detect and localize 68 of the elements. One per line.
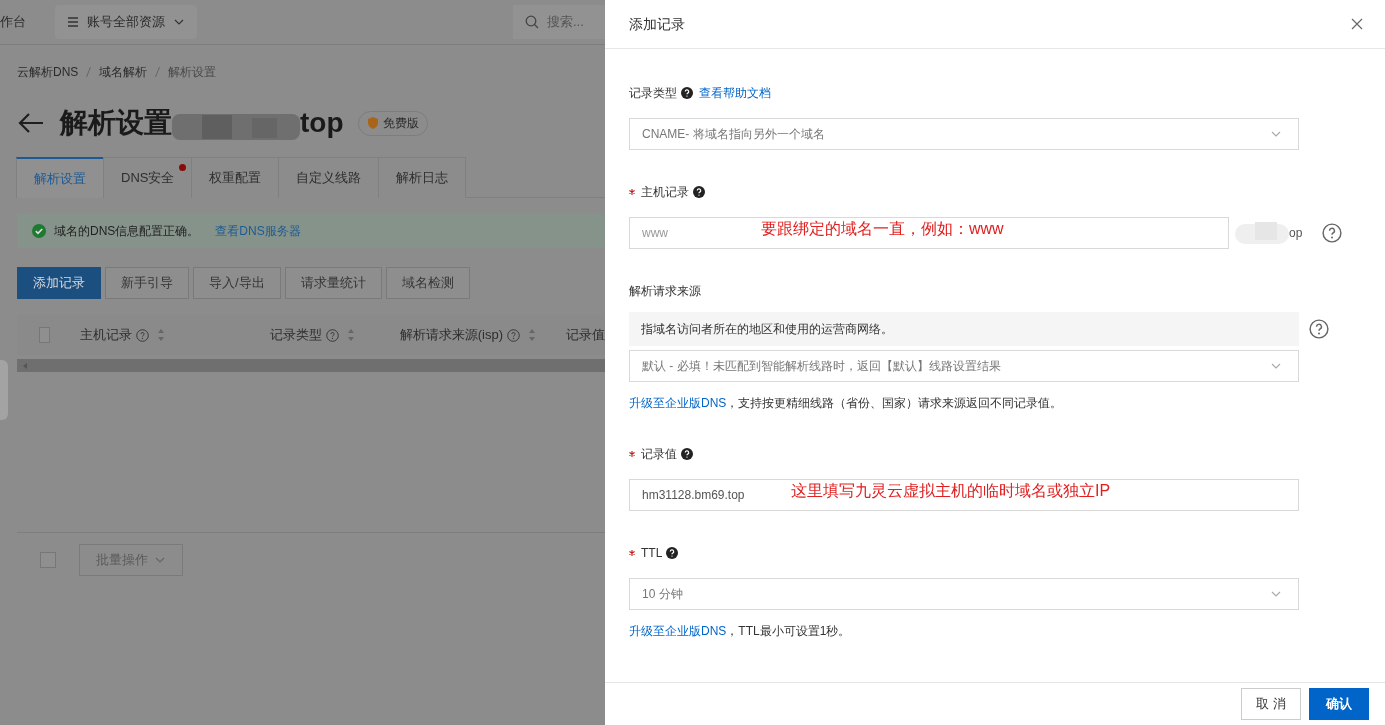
help-icon (135, 328, 149, 342)
alert-text: 域名的DNS信息配置正确。 (54, 222, 200, 240)
column-header: 记录值 (566, 326, 605, 345)
search-field[interactable]: 搜索... (513, 5, 605, 39)
tab[interactable]: 权重配置 (191, 157, 280, 198)
breadcrumb-separator-icon (155, 67, 161, 77)
field-label: 记录类型 (629, 85, 677, 102)
action-button[interactable]: 添加记录 (17, 267, 101, 299)
badge-label: 免费版 (382, 115, 419, 132)
search-input[interactable]: 搜索... (547, 12, 597, 32)
dialog-button[interactable]: 确认 (1309, 688, 1369, 720)
field-label: 主机记录 (641, 184, 689, 201)
action-button[interactable]: 导入/导出 (193, 267, 281, 299)
help-icon (325, 328, 339, 342)
select-field[interactable]: CNAME- 将域名指向另外一个域名 (629, 118, 1299, 150)
help-icon[interactable] (681, 448, 693, 460)
workbench-link[interactable]: 作台 (0, 12, 55, 32)
breadcrumb-item[interactable]: 域名解析 (99, 63, 148, 81)
help-icon (507, 328, 520, 342)
annotation-text: 这里填写九灵云虚拟主机的临时域名或独立IP (791, 481, 1111, 501)
column-header: 记录类型 (269, 326, 322, 345)
tab[interactable]: 解析设置 (16, 157, 104, 198)
close-icon[interactable] (1351, 18, 1363, 30)
help-link[interactable]: 查看帮助文档 (699, 84, 771, 102)
blurred-region (1235, 222, 1289, 244)
tab[interactable]: DNS安全 (103, 157, 193, 198)
tab[interactable]: 解析日志 (378, 157, 467, 198)
alert-link[interactable]: 查看DNS服务器 (215, 221, 301, 240)
checkbox[interactable] (39, 327, 50, 343)
field-label: 记录值 (641, 446, 677, 463)
resource-dropdown[interactable]: 账号全部资源 (55, 5, 197, 39)
list-icon (67, 16, 79, 28)
upgrade-link[interactable]: 升级至企业版DNS (629, 622, 727, 640)
domain-suffix: op (1289, 225, 1303, 242)
help-icon[interactable] (681, 87, 693, 99)
breadcrumb-item[interactable]: 云解析DNS (17, 63, 79, 81)
column-header: 解析请求来源(isp) (399, 326, 503, 345)
field-label: TTL (641, 545, 663, 562)
horizontal-scrollbar[interactable] (17, 359, 605, 372)
domain-suffix: top (300, 106, 344, 140)
upgrade-link[interactable]: 升级至企业版DNS (629, 394, 727, 412)
field-description: 指域名访问者所在的地区和使用的运营商网络。 (629, 312, 1299, 346)
select-field[interactable]: 10 分钟 (629, 578, 1299, 610)
column-header: 主机记录 (79, 326, 132, 345)
checkbox[interactable] (40, 552, 56, 568)
help-icon[interactable] (666, 547, 679, 559)
shield-icon (366, 116, 379, 130)
select-value: CNAME- 将域名指向另外一个域名 (642, 126, 825, 143)
dialog-button[interactable]: 取 消 (1241, 688, 1301, 720)
annotation-text: 要跟绑定的域名一直，例如：www (761, 219, 1004, 239)
select-value: 默认 - 必填！未匹配到智能解析线路时，返回【默认】线路设置结果 (642, 358, 1001, 375)
help-icon[interactable] (693, 186, 705, 198)
check-circle-icon (32, 223, 46, 238)
note-text: ，TTL最小可设置1秒。 (726, 623, 851, 640)
search-icon (525, 15, 539, 29)
action-button[interactable]: 域名检测 (385, 267, 470, 299)
action-button[interactable]: 新手引导 (105, 267, 189, 299)
tab[interactable]: 自定义线路 (278, 157, 380, 198)
back-arrow-icon[interactable] (17, 111, 45, 135)
page-title: 解析设置 (60, 106, 172, 140)
field-label: 解析请求来源 (629, 283, 701, 300)
drawer-title: 添加记录 (629, 14, 685, 34)
select-value: 10 分钟 (642, 586, 683, 603)
action-button[interactable]: 请求量统计 (284, 267, 382, 299)
select-field[interactable]: 默认 - 必填！未匹配到智能解析线路时，返回【默认】线路设置结果 (629, 350, 1299, 382)
dropdown-label: 账号全部资源 (87, 13, 165, 32)
breadcrumb-separator-icon (86, 67, 92, 77)
note-text: ，支持按更精细线路（省份、国家）请求来源返回不同记录值。 (726, 395, 1063, 412)
